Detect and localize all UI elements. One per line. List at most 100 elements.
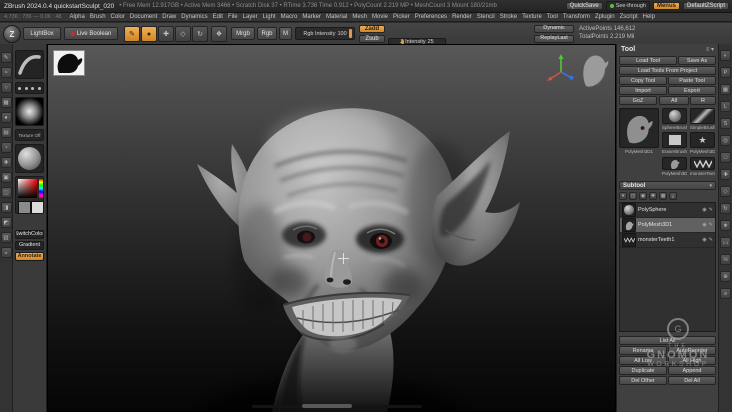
menu-stencil[interactable]: Stencil	[477, 14, 495, 20]
live-boolean-button[interactable]: Live Boolean	[64, 27, 118, 40]
menu-color[interactable]: Color	[111, 14, 125, 20]
material-icon[interactable]: ●	[0, 112, 12, 123]
document-icon[interactable]: ▣	[0, 172, 12, 183]
rotate-mode-icon[interactable]: ↻	[192, 26, 208, 42]
append-button[interactable]: Append	[668, 366, 716, 375]
stroke-thumbnail[interactable]	[15, 82, 44, 94]
load-tools-from-project-button[interactable]: Load Tools From Project	[619, 66, 716, 75]
lsym-icon[interactable]: S	[720, 118, 731, 129]
contrast-icon[interactable]: ◒	[0, 247, 12, 258]
menu-macro[interactable]: Macro	[281, 14, 298, 20]
move-icon[interactable]: ✚	[720, 169, 731, 180]
paint-icon[interactable]: ✎	[709, 222, 713, 228]
sv-square-icon[interactable]	[18, 179, 37, 198]
menu-texture[interactable]: Texture	[522, 14, 542, 20]
del-other-button[interactable]: Del Other	[619, 376, 667, 385]
quicksave-button[interactable]: QuickSave	[565, 2, 603, 10]
eye-icon[interactable]: ◉	[702, 237, 706, 243]
recent-teeth-thumbnail[interactable]	[690, 157, 715, 170]
sculpt-canvas[interactable]	[47, 44, 616, 412]
menu-alpha[interactable]: Alpha	[70, 14, 85, 20]
rotate-icon[interactable]: ↻	[720, 203, 731, 214]
import-button[interactable]: Import	[619, 86, 667, 95]
subtool-menu-icon[interactable]: ≡	[669, 192, 677, 200]
paste-tool-button[interactable]: Paste Tool	[668, 76, 716, 85]
all-high-button[interactable]: All High	[668, 356, 716, 365]
draw-mode-icon[interactable]: ●	[141, 26, 157, 42]
subtool-row-monsterteeth[interactable]: monsterTeeth1 ◉ ✎	[620, 233, 715, 248]
aahalf-icon[interactable]: ½	[720, 254, 731, 265]
menu-brush[interactable]: Brush	[90, 14, 106, 20]
rgb-intensity-slider[interactable]: Rgb Intensity 100	[295, 27, 355, 40]
menu-light[interactable]: Light	[263, 14, 276, 20]
actual-size-icon[interactable]: 1:1	[720, 237, 731, 248]
menu-stroke[interactable]: Stroke	[500, 14, 517, 20]
local-icon[interactable]: L	[720, 101, 731, 112]
list-all-button[interactable]: List All	[619, 336, 716, 345]
goz-button[interactable]: GoZ	[619, 96, 657, 105]
xpose-icon[interactable]: ★	[720, 220, 731, 231]
panel-menu-icon[interactable]: ≡ ▾	[706, 46, 714, 53]
visibility-icon[interactable]: ◉	[639, 192, 647, 200]
quickpick-eraser-thumbnail[interactable]	[662, 132, 687, 148]
all-button[interactable]: All	[659, 96, 689, 105]
menu-file[interactable]: File	[228, 14, 238, 20]
sculpt-model[interactable]	[47, 44, 616, 412]
mrgb-button[interactable]: Mrgb	[231, 27, 255, 40]
rows-icon[interactable]: ▥	[0, 232, 12, 243]
export-button[interactable]: Export	[668, 86, 716, 95]
save-as-button[interactable]: Save As	[678, 56, 716, 65]
silhouette-thumbnail[interactable]	[53, 50, 85, 76]
frame-icon[interactable]: □	[720, 152, 731, 163]
rgb-button[interactable]: Rgb	[257, 27, 277, 40]
bpr-icon[interactable]: ◐	[720, 50, 731, 61]
material-thumbnail[interactable]	[15, 144, 44, 173]
texture-thumbnail[interactable]: Texture Off	[15, 129, 44, 141]
pencil-icon[interactable]: ✎	[0, 52, 12, 63]
eye-icon[interactable]: ◉	[702, 222, 706, 228]
paint-icon[interactable]: ✎	[709, 237, 713, 243]
menu-dynamics[interactable]: Dynamics	[181, 14, 207, 20]
color-picker[interactable]	[15, 176, 44, 214]
see-through-slider[interactable]: See-through	[605, 1, 650, 11]
add-subtool-icon[interactable]: ✚	[649, 192, 657, 200]
annotate-button[interactable]: Annotate	[15, 252, 44, 261]
m-button[interactable]: M	[279, 27, 292, 40]
folder-icon[interactable]: ◫	[629, 192, 637, 200]
floor-icon[interactable]: ▦	[720, 84, 731, 95]
quickpick-sphere-thumbnail[interactable]	[662, 108, 687, 124]
rename-button[interactable]: Rename	[619, 346, 667, 355]
scale-icon[interactable]: ◇	[720, 186, 731, 197]
active-tool-thumbnail[interactable]	[619, 108, 659, 148]
subtool-row-polysphere[interactable]: PolySphere ◉ ✎	[620, 203, 715, 218]
paint-icon[interactable]: ✎	[709, 207, 713, 213]
menu-edit[interactable]: Edit	[213, 14, 223, 20]
persp-icon[interactable]: P	[720, 67, 731, 78]
hue-strip-icon[interactable]	[39, 179, 43, 198]
menu-document[interactable]: Document	[130, 14, 157, 20]
eye-icon[interactable]: ◉	[702, 207, 706, 213]
scale-mode-icon[interactable]: ◇	[175, 26, 191, 42]
palette-icon[interactable]: ▤	[0, 127, 12, 138]
menu-zplugin[interactable]: Zplugin	[595, 14, 615, 20]
default-zscript-button[interactable]: DefaultZScript	[682, 2, 729, 10]
replay-last-button[interactable]: ReplayLast	[534, 34, 574, 43]
switch-color-button[interactable]: SwitchColor	[15, 230, 44, 239]
all-low-button[interactable]: All Low	[619, 356, 667, 365]
quickpick-polymesh-thumbnail[interactable]: ★	[690, 132, 715, 148]
brush-thumbnail[interactable]	[15, 50, 44, 79]
menu-preferences[interactable]: Preferences	[415, 14, 447, 20]
menu-help[interactable]: Help	[643, 14, 655, 20]
menu-draw[interactable]: Draw	[162, 14, 176, 20]
add-icon[interactable]: ✚	[0, 157, 12, 168]
menu-render[interactable]: Render	[452, 14, 472, 20]
menus-button[interactable]: Menus	[652, 2, 680, 10]
picker-icon[interactable]: ◔	[0, 142, 12, 153]
alpha-thumbnail[interactable]	[15, 97, 44, 126]
corner-icon[interactable]: ◩	[0, 217, 12, 228]
shade-icon[interactable]: ◨	[0, 202, 12, 213]
lightbox-button[interactable]: LightBox	[23, 27, 61, 40]
zoom-icon[interactable]: ⊕	[720, 271, 731, 282]
scroll-icon[interactable]: ≡	[720, 288, 731, 299]
alpha-icon[interactable]: ○	[0, 82, 12, 93]
